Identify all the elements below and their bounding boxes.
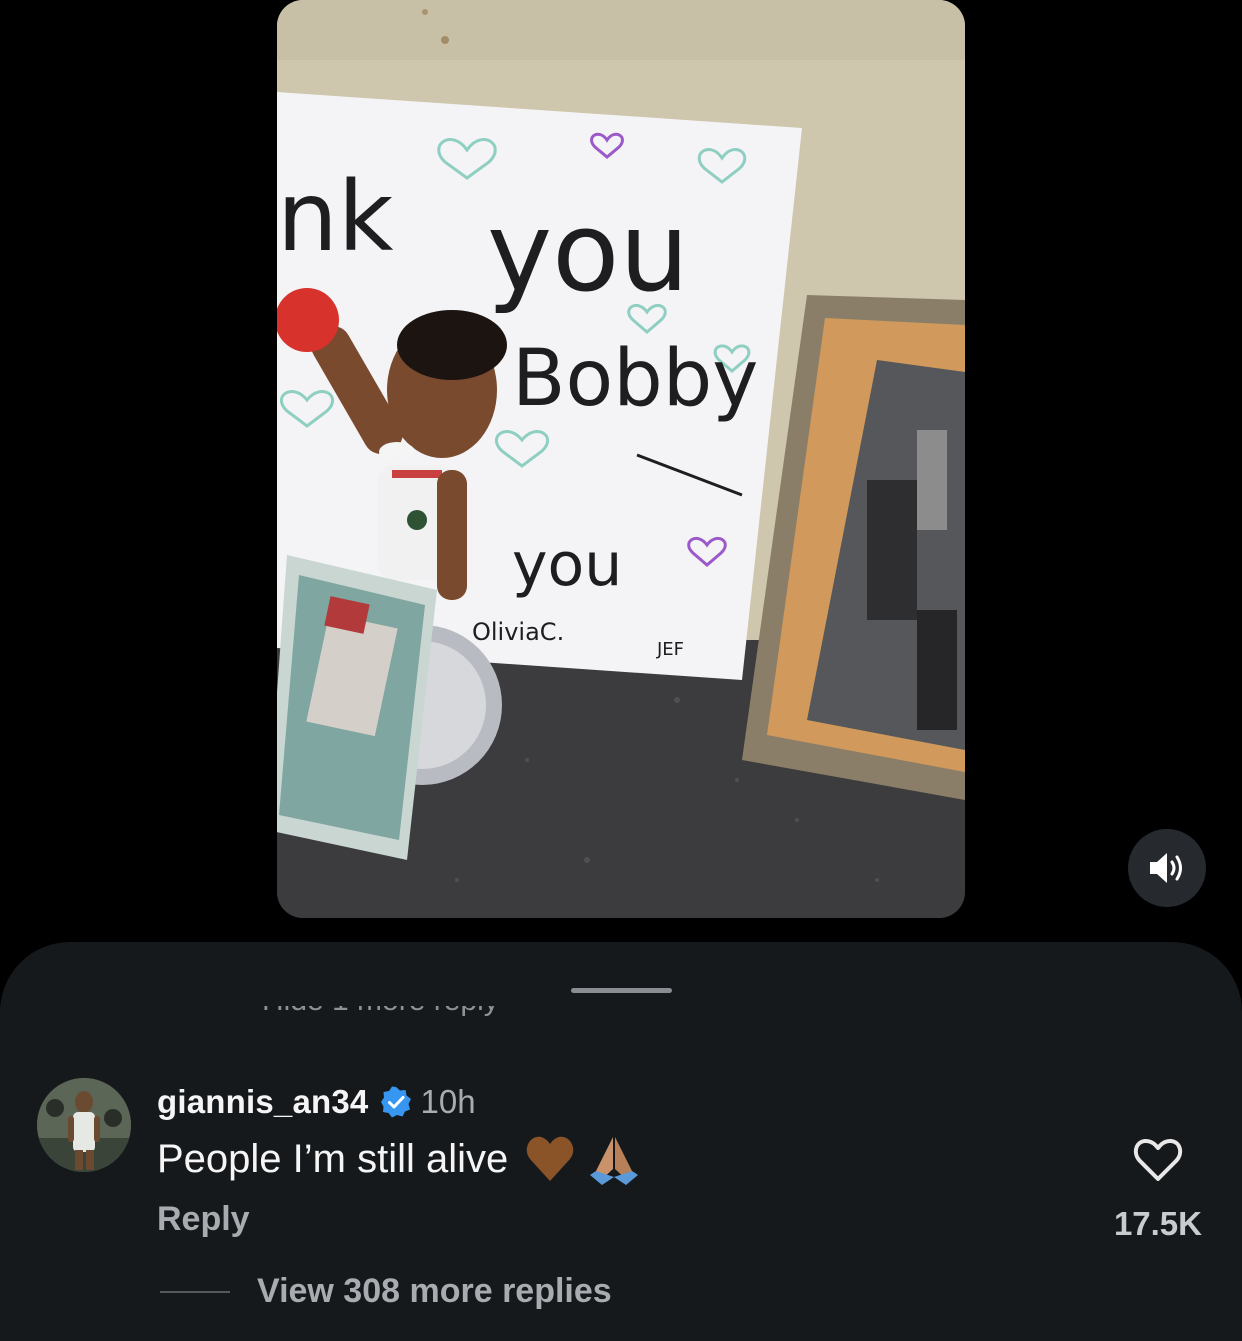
reply-button[interactable]: Reply	[157, 1200, 250, 1239]
view-more-replies-button[interactable]: View 308 more replies	[160, 1272, 612, 1311]
comment-header: giannis_an34 10h	[157, 1080, 476, 1124]
view-replies-label: View 308 more replies	[257, 1272, 612, 1310]
sign-line-3: Bobby	[512, 334, 758, 424]
brown-heart-emoji	[527, 1136, 574, 1181]
sign-line-4: you	[512, 530, 622, 600]
comment-username[interactable]: giannis_an34	[157, 1083, 369, 1121]
speaker-volume-icon	[1150, 853, 1182, 883]
comment-timestamp: 10h	[420, 1083, 476, 1120]
hidden-replies-cutoff: Hide 1 more reply	[262, 1006, 572, 1018]
sign-line-2: you	[487, 188, 689, 316]
sheet-grabber[interactable]	[571, 988, 672, 993]
video-player[interactable]: nk you Bobby you OliviaC. JEF	[277, 0, 965, 918]
folded-hands-emoji	[590, 1137, 639, 1185]
comment-text: People I’m still alive	[157, 1136, 509, 1181]
comments-sheet: Hide 1 more reply giannis_an34	[0, 942, 1242, 1341]
sound-toggle-button[interactable]	[1128, 829, 1206, 907]
cutoff-label: Hide 1 more reply	[262, 1006, 499, 1018]
avatar-image	[37, 1078, 131, 1172]
sign-signature-1: OliviaC.	[472, 618, 564, 646]
replies-divider	[160, 1290, 230, 1293]
sign-line-1: nk	[277, 161, 394, 273]
avatar[interactable]	[37, 1078, 131, 1172]
heart-outline-icon[interactable]	[1132, 1137, 1184, 1183]
comment-body: People I’m still alive	[157, 1134, 642, 1185]
screen: nk you Bobby you OliviaC. JEF giannis_an…	[0, 0, 1242, 1341]
sign-signature-2: JEF	[656, 639, 684, 660]
video-frame: nk you Bobby you OliviaC. JEF	[277, 0, 965, 918]
like-count: 17.5K	[1113, 1205, 1202, 1242]
verified-badge-icon	[380, 1086, 411, 1118]
